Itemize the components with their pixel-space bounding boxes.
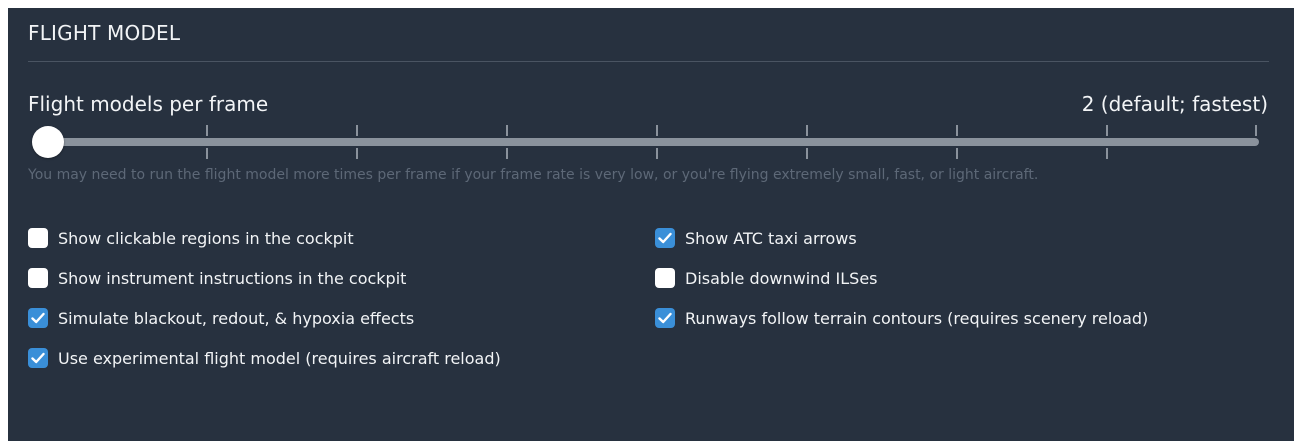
option-label: Disable downwind ILSes: [685, 268, 878, 288]
slider-tick: [1106, 148, 1108, 159]
option-label: Runways follow terrain contours (require…: [685, 308, 1149, 328]
option-experimental-flight-model[interactable]: Use experimental flight model (requires …: [28, 345, 501, 371]
option-instrument-instructions[interactable]: Show instrument instructions in the cock…: [28, 265, 406, 291]
option-label: Use experimental flight model (requires …: [58, 348, 501, 368]
slider-tick: [356, 125, 358, 136]
option-label: Show instrument instructions in the cock…: [58, 268, 407, 288]
checkmark-icon: [31, 352, 45, 364]
slider-tick: [1255, 125, 1257, 136]
flight-models-per-frame-label: Flight models per frame: [28, 92, 269, 116]
checkmark-icon: [658, 312, 672, 324]
option-runway-terrain-contours[interactable]: Runways follow terrain contours (require…: [655, 305, 1148, 331]
slider-thumb[interactable]: [32, 126, 64, 158]
option-disable-downwind-ils[interactable]: Disable downwind ILSes: [655, 265, 878, 291]
slider-tick: [806, 125, 808, 136]
checkbox[interactable]: [655, 308, 675, 328]
checkbox[interactable]: [28, 268, 48, 288]
option-label: Show ATC taxi arrows: [685, 228, 857, 248]
option-clickable-regions[interactable]: Show clickable regions in the cockpit: [28, 225, 354, 251]
slider-tick: [506, 125, 508, 136]
checkmark-icon: [31, 312, 45, 324]
flight-models-slider[interactable]: [28, 125, 1259, 159]
checkbox[interactable]: [28, 348, 48, 368]
flight-models-per-frame-value: 2 (default; fastest): [1081, 92, 1268, 116]
slider-track[interactable]: [48, 138, 1259, 146]
slider-tick: [356, 148, 358, 159]
section-divider: [28, 61, 1269, 62]
option-label: Simulate blackout, redout, & hypoxia eff…: [58, 308, 415, 328]
slider-tick: [956, 125, 958, 136]
slider-tick: [806, 148, 808, 159]
option-blackout-effects[interactable]: Simulate blackout, redout, & hypoxia eff…: [28, 305, 414, 331]
slider-tick: [656, 125, 658, 136]
flight-models-hint: You may need to run the flight model mor…: [28, 167, 1039, 183]
checkbox[interactable]: [28, 308, 48, 328]
option-label: Show clickable regions in the cockpit: [58, 228, 354, 248]
flight-model-panel: FLIGHT MODEL Flight models per frame 2 (…: [8, 8, 1294, 441]
slider-tick: [206, 125, 208, 136]
checkbox[interactable]: [655, 228, 675, 248]
slider-tick: [206, 148, 208, 159]
slider-tick: [656, 148, 658, 159]
section-title: FLIGHT MODEL: [28, 21, 181, 45]
checkbox[interactable]: [28, 228, 48, 248]
option-atc-taxi-arrows[interactable]: Show ATC taxi arrows: [655, 225, 857, 251]
slider-tick: [1106, 125, 1108, 136]
checkbox[interactable]: [655, 268, 675, 288]
slider-tick: [506, 148, 508, 159]
checkmark-icon: [658, 232, 672, 244]
slider-tick: [956, 148, 958, 159]
